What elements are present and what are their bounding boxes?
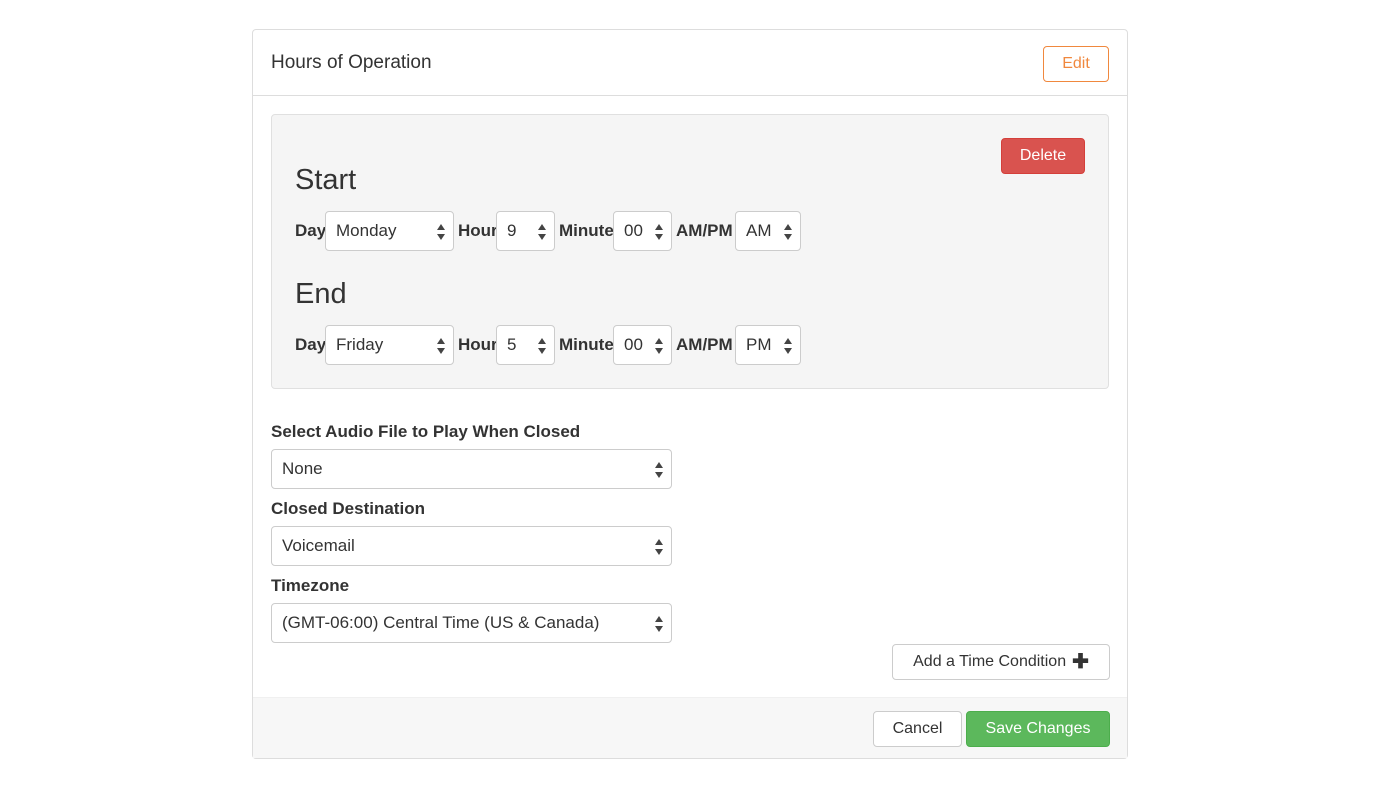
closed-destination-label: Closed Destination [271, 499, 425, 518]
select-arrows-icon [655, 539, 663, 555]
start-ampm-select[interactable]: AM [735, 211, 801, 251]
start-hour-select[interactable]: 9 [496, 211, 555, 251]
end-ampm-select[interactable]: PM [735, 325, 801, 365]
edit-button[interactable]: Edit [1043, 46, 1109, 82]
add-time-condition-label: Add a Time Condition [913, 653, 1067, 670]
delete-button[interactable]: Delete [1001, 138, 1085, 174]
end-hour-select[interactable]: 5 [496, 325, 555, 365]
start-ampm-label: AM/PM [676, 221, 733, 240]
closed-destination-value: Voicemail [282, 536, 355, 555]
select-arrows-icon [655, 462, 663, 478]
start-hour-value: 9 [507, 221, 517, 240]
hours-of-operation-panel: Hours of Operation Edit Delete Start Day… [252, 29, 1128, 759]
select-arrows-icon [655, 338, 663, 354]
end-day-label: Day [295, 335, 327, 354]
select-arrows-icon [437, 338, 445, 354]
panel-header: Hours of Operation Edit [253, 30, 1127, 96]
start-hour-label: Hour [458, 221, 498, 240]
audio-file-label: Select Audio File to Play When Closed [271, 422, 581, 441]
select-arrows-icon [437, 224, 445, 240]
end-ampm-label: AM/PM [676, 335, 733, 354]
start-minute-value: 00 [624, 221, 643, 240]
end-minute-value: 00 [624, 335, 643, 354]
end-ampm-value: PM [746, 335, 772, 354]
time-condition: Delete Start Day Monday Hour 9 Minute 00… [271, 114, 1109, 389]
closed-destination-select[interactable]: Voicemail [271, 526, 672, 566]
end-minute-label: Minute [559, 335, 614, 354]
select-arrows-icon [655, 616, 663, 632]
end-day-select[interactable]: Friday [325, 325, 454, 365]
select-arrows-icon [655, 224, 663, 240]
audio-file-select[interactable]: None [271, 449, 672, 489]
end-minute-select[interactable]: 00 [613, 325, 672, 365]
select-arrows-icon [538, 338, 546, 354]
plus-icon: ✚ [1072, 651, 1089, 673]
start-minute-select[interactable]: 00 [613, 211, 672, 251]
select-arrows-icon [784, 224, 792, 240]
start-minute-label: Minute [559, 221, 614, 240]
timezone-select[interactable]: (GMT-06:00) Central Time (US & Canada) [271, 603, 672, 643]
end-day-value: Friday [336, 335, 384, 354]
panel-title: Hours of Operation [271, 52, 432, 73]
start-day-value: Monday [336, 221, 397, 240]
save-changes-button[interactable]: Save Changes [966, 711, 1110, 747]
timezone-value: (GMT-06:00) Central Time (US & Canada) [282, 613, 600, 632]
end-hour-value: 5 [507, 335, 517, 354]
audio-file-value: None [282, 459, 323, 478]
add-time-condition-button[interactable]: Add a Time Condition ✚ [892, 644, 1110, 680]
timezone-label: Timezone [271, 576, 350, 595]
panel-footer: Cancel Save Changes [253, 697, 1127, 758]
end-hour-label: Hour [458, 335, 498, 354]
cancel-button[interactable]: Cancel [873, 711, 962, 747]
start-ampm-value: AM [746, 221, 772, 240]
end-heading: End [295, 278, 347, 310]
start-day-label: Day [295, 221, 327, 240]
start-day-select[interactable]: Monday [325, 211, 454, 251]
select-arrows-icon [784, 338, 792, 354]
start-heading: Start [295, 164, 357, 196]
select-arrows-icon [538, 224, 546, 240]
